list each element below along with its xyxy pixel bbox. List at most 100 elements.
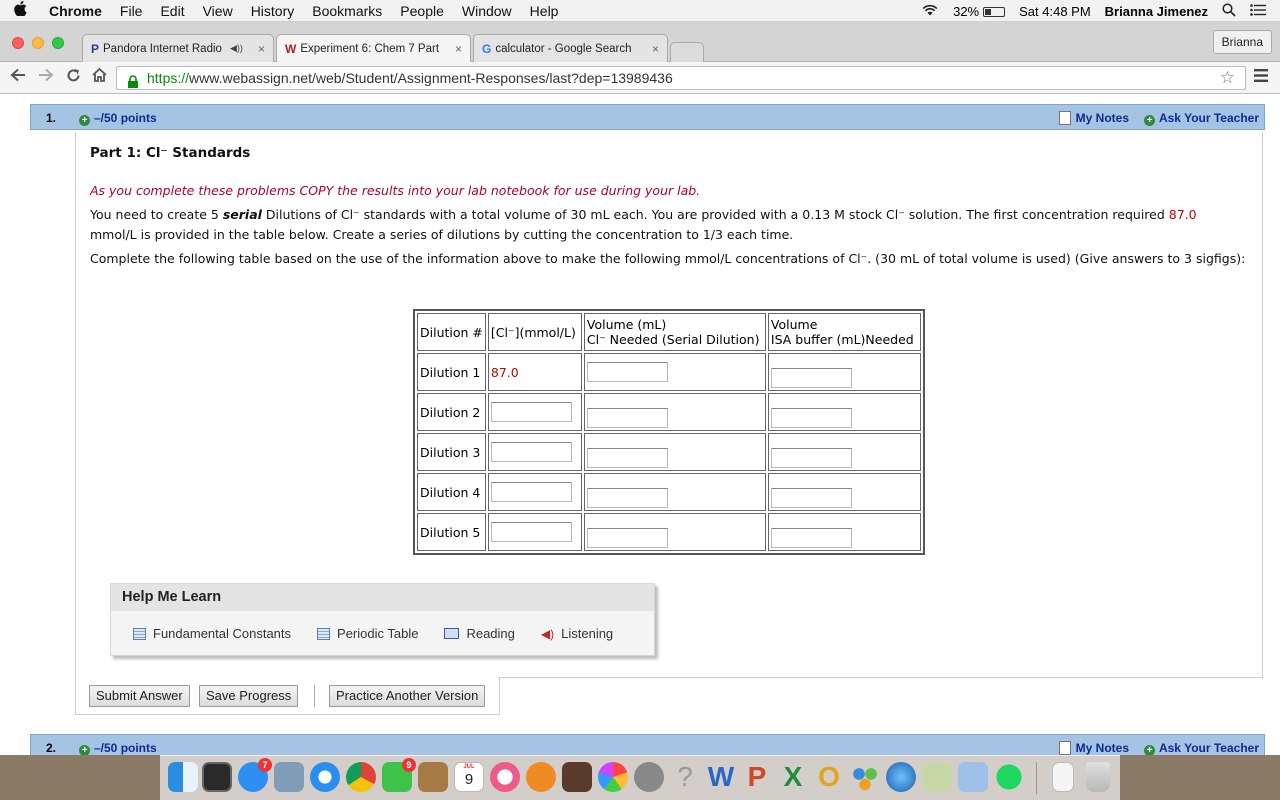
volume-cl-input-3[interactable] <box>586 448 668 468</box>
save-progress-button[interactable]: Save Progress <box>199 685 299 707</box>
periodic-table-link[interactable]: Periodic Table <box>317 626 418 641</box>
ask-your-teacher-link[interactable]: + Ask Your Teacher <box>1143 111 1259 126</box>
lock-icon[interactable] <box>127 72 139 88</box>
reading-link[interactable]: Reading <box>444 626 515 641</box>
listening-link[interactable]: ◀) Listening <box>541 626 613 641</box>
battery-icon[interactable] <box>983 4 1006 19</box>
facetime-icon[interactable]: 9 <box>382 758 416 792</box>
concentration-input-2[interactable] <box>490 402 572 422</box>
utility-icon[interactable] <box>922 762 952 792</box>
tab-close-icon[interactable]: × <box>646 42 659 56</box>
ask-your-teacher-link[interactable]: + Ask Your Teacher <box>1143 741 1259 755</box>
fundamental-constants-link[interactable]: Fundamental Constants <box>133 626 291 641</box>
menu-bookmarks[interactable]: Bookmarks <box>303 3 391 19</box>
expand-plus-icon[interactable]: + <box>79 115 90 126</box>
apple-menu-icon[interactable] <box>0 1 40 20</box>
excel-icon[interactable]: X <box>778 762 808 792</box>
browser-tab-strip: P Pandora Internet Radio ◀)) × W Experim… <box>0 22 1280 63</box>
outlook-icon[interactable]: O <box>814 762 844 792</box>
question-points[interactable]: + –/50 points <box>79 111 157 126</box>
spotlight-search-icon[interactable] <box>1222 2 1236 20</box>
window-minimize-button[interactable] <box>32 37 44 49</box>
menu-window[interactable]: Window <box>453 3 521 19</box>
notification-center-icon[interactable] <box>1250 3 1266 19</box>
reload-icon[interactable] <box>66 68 81 88</box>
user-name[interactable]: Brianna Jimenez <box>1105 4 1208 19</box>
safari-icon[interactable] <box>310 762 340 792</box>
tab-close-icon[interactable]: × <box>449 42 462 56</box>
new-tab-button[interactable] <box>670 42 704 62</box>
expand-plus-icon[interactable]: + <box>79 745 90 755</box>
question-points[interactable]: + –/50 points <box>79 741 157 755</box>
system-preferences-icon[interactable] <box>634 762 664 792</box>
ask-teacher-label: Ask Your Teacher <box>1158 111 1259 125</box>
concentration-input-5[interactable] <box>490 522 572 542</box>
dashboard-icon[interactable] <box>202 762 232 792</box>
volume-cl-input-5[interactable] <box>586 528 668 548</box>
tab-pandora[interactable]: P Pandora Internet Radio ◀)) × <box>82 34 274 62</box>
menu-view[interactable]: View <box>194 3 242 19</box>
ibooks-icon[interactable] <box>526 762 556 792</box>
webassign-favicon-icon: W <box>285 42 297 56</box>
my-notes-link[interactable]: My Notes <box>1058 741 1129 755</box>
profile-button[interactable]: Brianna <box>1212 30 1272 54</box>
header-line: Volume (mL) <box>586 317 667 332</box>
isa-volume-input-2[interactable] <box>770 408 852 428</box>
address-bar[interactable]: https://www.webassign.net/web/Student/As… <box>116 66 1246 90</box>
my-notes-link[interactable]: My Notes <box>1058 111 1129 125</box>
tab-experiment-6[interactable]: W Experiment 6: Chem 7 Part × <box>276 34 471 63</box>
forward-arrow-icon[interactable] <box>38 68 54 87</box>
documents-stack-icon[interactable] <box>1052 762 1074 792</box>
volume-cl-input-1[interactable] <box>586 362 668 382</box>
note-icon <box>1058 741 1071 755</box>
menu-file[interactable]: File <box>111 3 152 19</box>
volume-cl-input-2[interactable] <box>586 408 668 428</box>
concentration-input-4[interactable] <box>490 482 572 502</box>
window-zoom-button[interactable] <box>52 37 64 49</box>
image-capture-icon[interactable] <box>958 762 988 792</box>
tab-title: Experiment 6: Chem 7 Part <box>300 43 440 55</box>
messenger-icon[interactable] <box>850 762 880 792</box>
audio-playing-icon[interactable]: ◀)) <box>230 43 243 54</box>
isa-volume-input-1[interactable] <box>770 368 852 388</box>
isa-volume-input-4[interactable] <box>770 488 852 508</box>
wifi-icon[interactable] <box>921 4 939 19</box>
trash-icon[interactable] <box>1086 762 1110 792</box>
isa-volume-input-3[interactable] <box>770 448 852 468</box>
preview-icon[interactable] <box>274 762 304 792</box>
photo-booth-icon[interactable] <box>562 762 592 792</box>
clock[interactable]: Sat 4:48 PM <box>1019 4 1091 19</box>
home-icon[interactable] <box>92 67 107 87</box>
submit-answer-button[interactable]: Submit Answer <box>89 685 190 707</box>
help-me-learn-panel: Help Me Learn Fundamental Constants Peri… <box>110 583 655 656</box>
menu-people[interactable]: People <box>391 3 453 19</box>
photos-icon[interactable] <box>598 762 628 792</box>
practice-another-version-button[interactable]: Practice Another Version <box>329 685 486 707</box>
tab-close-icon[interactable]: × <box>252 42 265 56</box>
calendar-icon[interactable]: JUL 9 <box>454 762 484 792</box>
app-store-icon[interactable]: 7 <box>238 758 272 792</box>
book-icon <box>444 628 460 639</box>
powerpoint-icon[interactable]: P <box>742 762 772 792</box>
isa-volume-input-5[interactable] <box>770 528 852 548</box>
plus-icon: + <box>1143 115 1155 126</box>
window-close-button[interactable] <box>12 37 24 49</box>
back-arrow-icon[interactable] <box>10 68 26 87</box>
menu-edit[interactable]: Edit <box>151 3 193 19</box>
itunes-icon[interactable] <box>490 762 520 792</box>
help-question-icon[interactable]: ? <box>670 762 700 792</box>
network-icon[interactable] <box>886 762 916 792</box>
tab-google-calculator[interactable]: G calculator - Google Search × <box>473 34 668 62</box>
bookmark-star-icon[interactable]: ☆ <box>1220 67 1235 89</box>
concentration-input-3[interactable] <box>490 442 572 462</box>
chrome-menu-icon[interactable] <box>1254 69 1268 87</box>
menu-help[interactable]: Help <box>521 3 568 19</box>
menu-app-chrome[interactable]: Chrome <box>40 3 111 19</box>
chrome-icon[interactable] <box>346 762 376 792</box>
finder-icon[interactable] <box>168 762 198 792</box>
menu-history[interactable]: History <box>242 3 304 19</box>
contacts-icon[interactable] <box>418 762 448 792</box>
word-icon[interactable]: W <box>706 762 736 792</box>
spotify-icon[interactable] <box>994 762 1024 792</box>
volume-cl-input-4[interactable] <box>586 488 668 508</box>
